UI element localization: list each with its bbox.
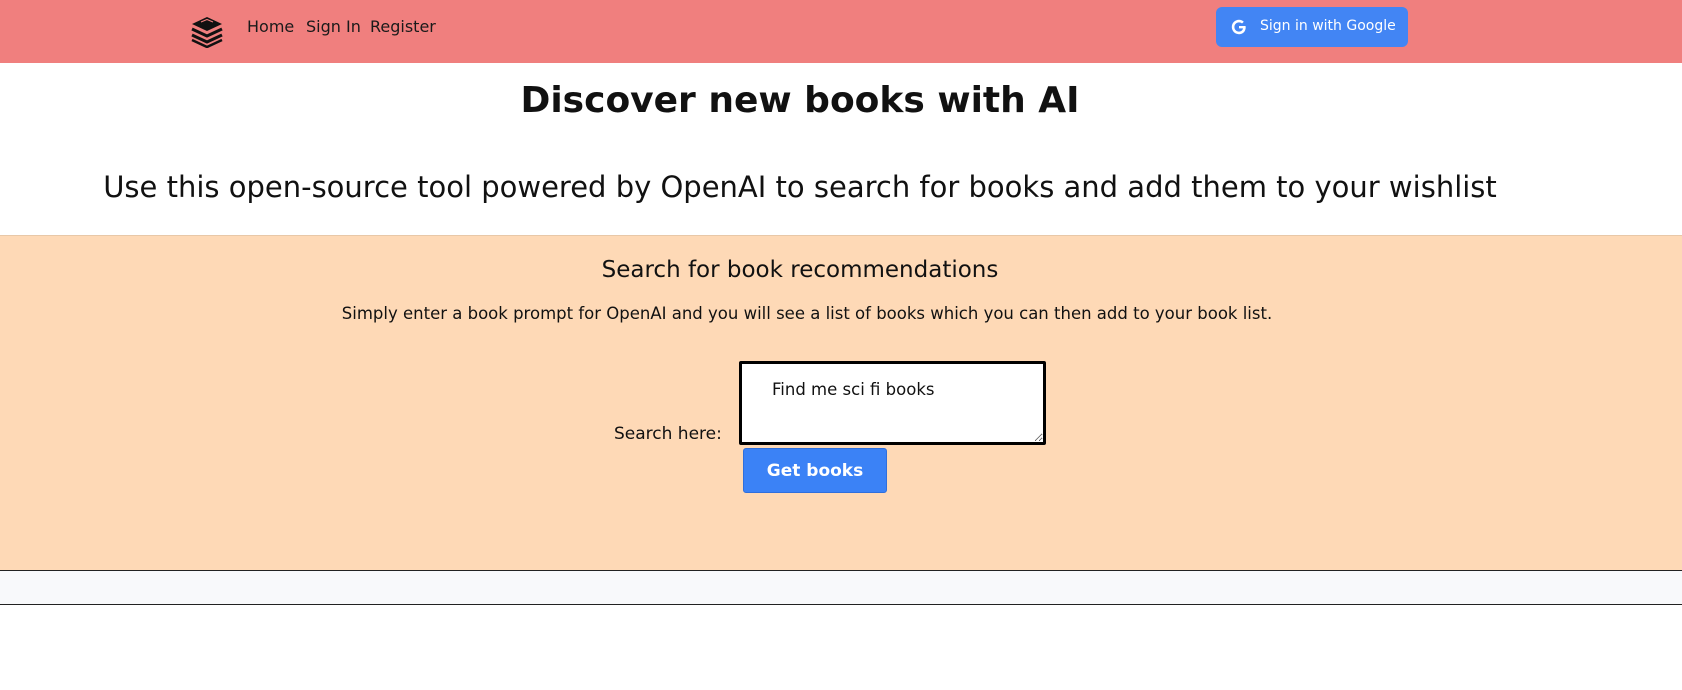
page-subtitle: Use this open-source tool powered by Ope… (103, 170, 1497, 204)
search-input[interactable]: Find me sci fi books (739, 361, 1046, 445)
search-description: Simply enter a book prompt for OpenAI an… (341, 304, 1273, 323)
nav-link-sign-in[interactable]: Sign In (306, 17, 361, 36)
nav-link-home[interactable]: Home (247, 17, 294, 36)
footer-strip (0, 571, 1682, 605)
search-section: Search for book recommendations Simply e… (0, 235, 1682, 571)
sign-in-with-google-button[interactable]: Sign in with Google (1216, 7, 1408, 47)
book-stack-icon[interactable] (189, 14, 225, 49)
google-g-icon (1230, 18, 1248, 36)
page-title: Discover new books with AI (520, 80, 1080, 121)
search-heading: Search for book recommendations (601, 257, 999, 283)
search-label: Search here: (614, 424, 722, 444)
google-button-label: Sign in with Google (1260, 18, 1396, 34)
get-books-button[interactable]: Get books (743, 448, 887, 493)
navbar: Home Sign In Register Sign in with Googl… (0, 0, 1682, 63)
nav-link-register[interactable]: Register (370, 17, 436, 36)
